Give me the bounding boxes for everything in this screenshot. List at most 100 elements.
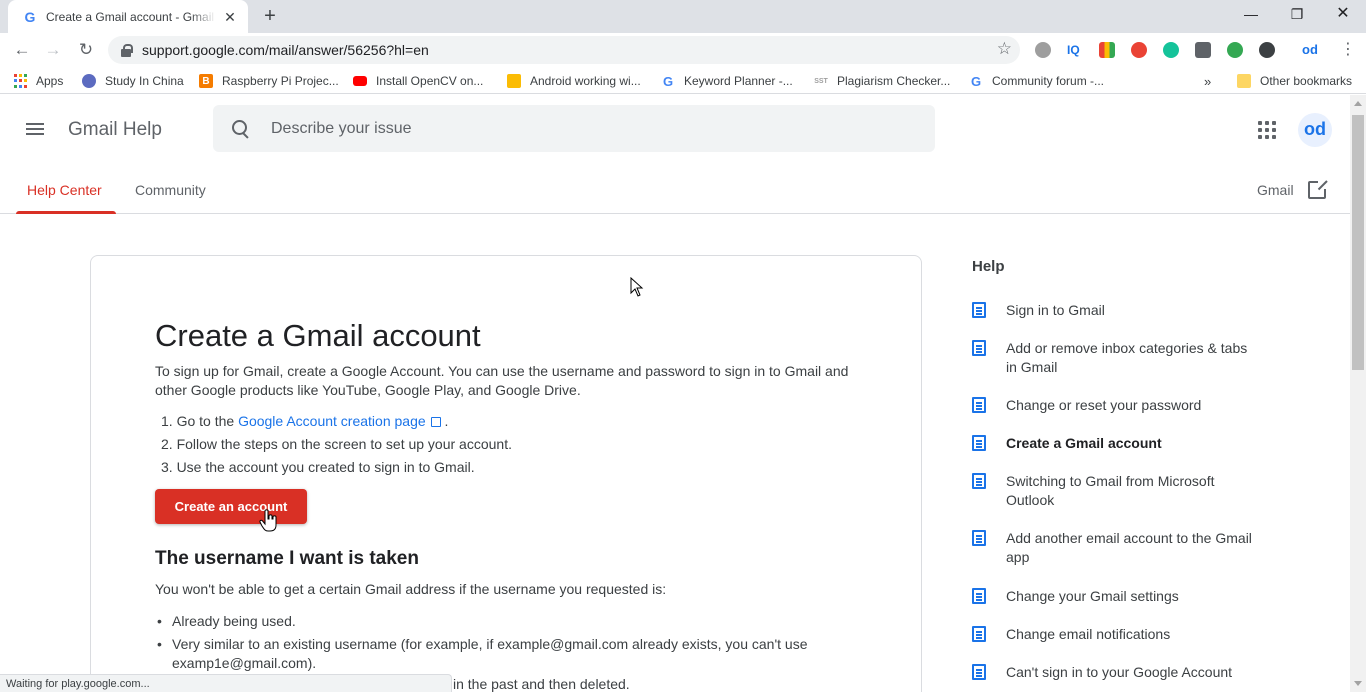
avatar[interactable]: od [1298,113,1332,147]
forward-icon[interactable]: → [41,38,65,62]
tab-strip: G Create a Gmail account - Gmail Help ✕ … [0,0,1366,33]
list-extension-icon[interactable] [1195,42,1211,58]
list-item: Very similar to an existing username (fo… [155,635,835,673]
address-bar[interactable]: support.google.com/mail/answer/56256?hl=… [108,36,1020,64]
sidebar-item[interactable]: Change your Gmail settings [972,587,1262,606]
bookmark-item[interactable]: G Keyword Planner -... [661,72,793,90]
bookmark-item[interactable]: G Community forum -... [969,72,1104,90]
open-in-new-icon [1307,179,1328,199]
scroll-down-icon[interactable] [1354,681,1362,686]
bookmark-label: Install OpenCV on... [376,74,484,88]
reload-icon[interactable]: ↻ [74,38,98,62]
sidebar-item[interactable]: Change email notifications [972,625,1262,644]
tab-help-center[interactable]: Help Center [27,182,102,198]
status-bar: Waiting for play.google.com... [0,674,452,692]
sidebar-item[interactable]: Add or remove inbox categories & tabs in… [972,339,1262,377]
brand-title[interactable]: Gmail Help [68,119,162,141]
subnav: Help Center Community Gmail [0,165,1350,214]
bookmark-item[interactable]: Android working wi... [507,72,641,90]
hand-cursor-icon [259,509,277,532]
steps-list: 1. Go to the Google Account creation pag… [161,412,512,481]
article-icon [972,302,986,318]
scroll-up-icon[interactable] [1354,101,1362,106]
bookmark-star-icon[interactable]: ☆ [997,39,1012,59]
bookmark-label: Plagiarism Checker... [837,74,951,88]
other-bookmarks-label: Other bookmarks [1260,74,1353,88]
tab-title: Create a Gmail account - Gmail Help [46,9,216,24]
sidebar-item[interactable]: Sign in to Gmail [972,301,1262,320]
browser-menu-icon[interactable]: ⋮ [1340,39,1356,61]
browser-tab[interactable]: G Create a Gmail account - Gmail Help ✕ [8,0,248,33]
gmail-link[interactable]: Gmail [1257,179,1328,199]
article-icon [972,473,986,489]
bookmark-label: Apps [36,74,64,88]
article-icon [972,530,986,546]
sidebar-item-current[interactable]: Create a Gmail account [972,434,1262,453]
bookmark-label: Android working wi... [530,74,641,88]
bookmarks-overflow-icon[interactable]: » [1204,72,1211,90]
search-icon [231,119,251,139]
article-icon [972,340,986,356]
red-extension-icon[interactable] [1131,42,1147,58]
green-extension-icon[interactable] [1227,42,1243,58]
extension-icon[interactable] [1035,42,1051,58]
section-heading: The username I want is taken [155,548,419,569]
folder-icon [1237,74,1251,88]
search-input[interactable] [271,119,871,138]
gmail-link-label: Gmail [1257,182,1294,198]
page-title: Create a Gmail account [155,318,481,353]
list-item: 2. Follow the steps on the screen to set… [161,436,512,452]
bookmark-item[interactable]: Install OpenCV on... [353,72,483,90]
bookmark-item[interactable]: B Raspberry Pi Projec... [199,72,339,90]
bookmark-item[interactable]: SST Plagiarism Checker... [814,72,950,90]
help-page: Gmail Help od Help Center Community Gmai… [0,95,1350,692]
google-apps-icon[interactable] [1258,121,1276,139]
color-extension-icon[interactable] [1099,42,1115,58]
create-account-button[interactable]: Create an account [155,489,307,524]
bookmark-item[interactable]: Study In China [82,72,184,90]
iq-extension-icon[interactable]: IQ [1067,42,1083,58]
back-icon[interactable]: ← [10,38,34,62]
search-box[interactable] [213,105,935,152]
youtube-icon [353,76,367,86]
bookmark-item[interactable]: Apps [14,72,63,90]
grammarly-icon[interactable] [1163,42,1179,58]
open-in-new-icon [430,417,441,427]
active-tab-indicator [16,211,116,214]
bookmark-label: Keyword Planner -... [684,74,793,88]
profile-k-icon[interactable] [1259,42,1275,58]
sidebar-item[interactable]: Add another email account to the Gmail a… [972,529,1262,567]
tab-community[interactable]: Community [135,182,206,198]
restore-icon[interactable]: ❐ [1274,0,1320,30]
other-bookmarks[interactable]: Other bookmarks [1237,72,1352,90]
partial-text-line: in the past and then deleted. [453,676,630,692]
account-creation-link[interactable]: Google Account creation page [238,413,426,429]
list-item: 1. Go to the Google Account creation pag… [161,413,449,429]
od-extension-icon[interactable]: od [1302,42,1324,58]
section-intro: You won't be able to get a certain Gmail… [155,581,667,597]
bookmark-label: Study In China [105,74,184,88]
sidebar-item[interactable]: Switching to Gmail from Microsoft Outloo… [972,472,1262,510]
sidebar-item[interactable]: Can't sign in to your Google Account [972,663,1262,682]
blogger-icon: B [199,74,213,88]
window-close-icon[interactable]: ✕ [1320,0,1366,30]
minimize-icon[interactable]: — [1228,0,1274,30]
google-favicon-icon: G [24,8,36,25]
sidebar-item[interactable]: Change or reset your password [972,396,1262,415]
browser-toolbar: ← → ↻ support.google.com/mail/answer/562… [0,33,1366,67]
main-menu-icon[interactable] [26,123,44,135]
google-favicon-icon: G [662,73,674,89]
sst-favicon-icon: SST [814,77,828,85]
article-icon [972,588,986,604]
lock-icon [120,43,133,57]
article-icon [972,664,986,680]
bookmark-label: Raspberry Pi Projec... [222,74,339,88]
page-scrollbar[interactable] [1350,95,1366,692]
scrollbar-thumb[interactable] [1352,115,1364,370]
apps-grid-icon [14,74,27,88]
tab-close-icon[interactable]: ✕ [222,9,238,25]
new-tab-icon[interactable]: + [258,5,282,29]
google-favicon-icon: G [970,73,982,89]
bookmark-favicon-icon [507,74,521,88]
article-card: Create a Gmail account To sign up for Gm… [90,255,922,692]
